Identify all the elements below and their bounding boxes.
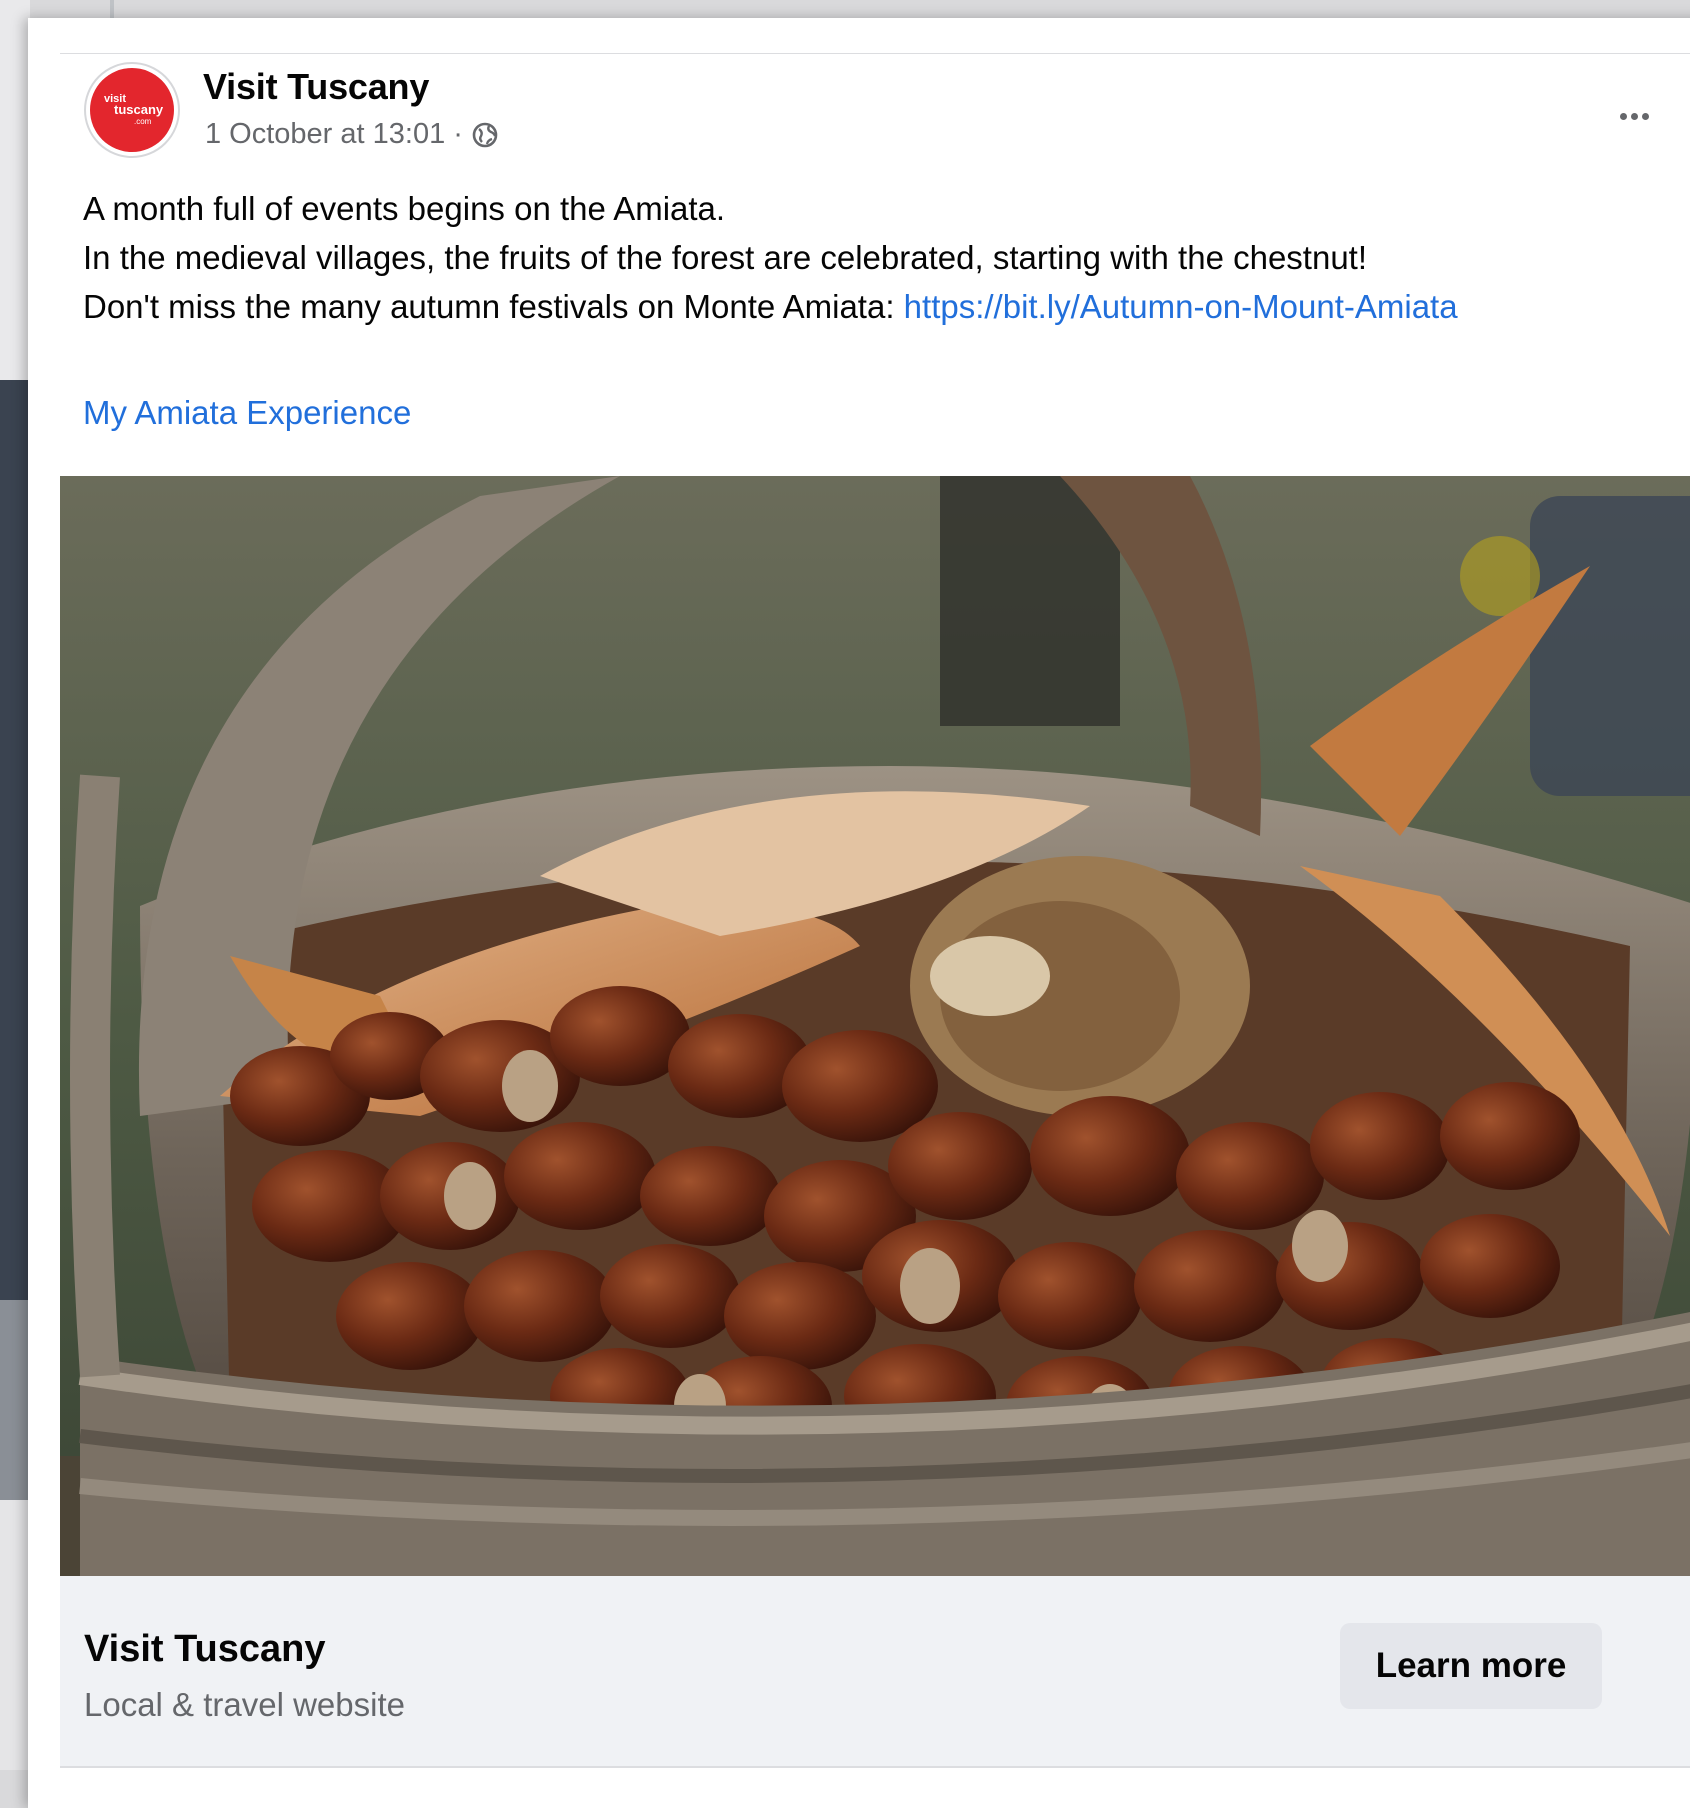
- background-adjacent-content: [0, 0, 30, 1770]
- meta-separator: ·: [453, 118, 463, 150]
- page-name-link[interactable]: Visit Tuscany: [203, 66, 429, 108]
- logo-text-line-3: .com: [134, 117, 152, 126]
- logo-text-line-2: tuscany: [114, 102, 164, 117]
- chestnut-basket-image: [60, 476, 1690, 1576]
- post-text-line-2: In the medieval villages, the fruits of …: [83, 239, 1368, 276]
- visit-tuscany-logo: visit tuscany .com: [90, 68, 174, 152]
- post-timestamp[interactable]: 1 October at 13:01: [205, 118, 445, 151]
- background-divider: [110, 0, 114, 20]
- hashtag-link[interactable]: My Amiata Experience: [83, 394, 411, 432]
- more-options-icon: [1618, 112, 1651, 120]
- post-text-line-3: Don't miss the many autumn festivals on …: [83, 282, 1523, 331]
- post-text-line-3-prefix: Don't miss the many autumn festivals on …: [83, 288, 904, 325]
- learn-more-button[interactable]: Learn more: [1340, 1623, 1602, 1709]
- more-options-button[interactable]: [1610, 98, 1658, 134]
- cta-title: Visit Tuscany: [84, 1628, 326, 1670]
- card-bottom-divider: [60, 1766, 1690, 1768]
- post-external-link[interactable]: https://bit.ly/Autumn-on-Mount-Amiata: [904, 288, 1458, 325]
- post-meta: 1 October at 13:01 ·: [205, 118, 499, 151]
- post-photo-chestnut-basket[interactable]: [60, 476, 1690, 1576]
- post-text-line-1: A month full of events begins on the Ami…: [83, 190, 726, 227]
- card-top-divider: [60, 53, 1690, 54]
- cta-subtitle: Local & travel website: [84, 1686, 405, 1723]
- link-preview-footer[interactable]: Visit Tuscany Local & travel website Lea…: [60, 1576, 1690, 1766]
- globe-icon[interactable]: [471, 121, 499, 149]
- post-card: visit tuscany .com Visit Tuscany 1 Octob…: [28, 18, 1690, 1808]
- post-message: A month full of events begins on the Ami…: [83, 184, 1523, 331]
- page-avatar[interactable]: visit tuscany .com: [84, 62, 180, 158]
